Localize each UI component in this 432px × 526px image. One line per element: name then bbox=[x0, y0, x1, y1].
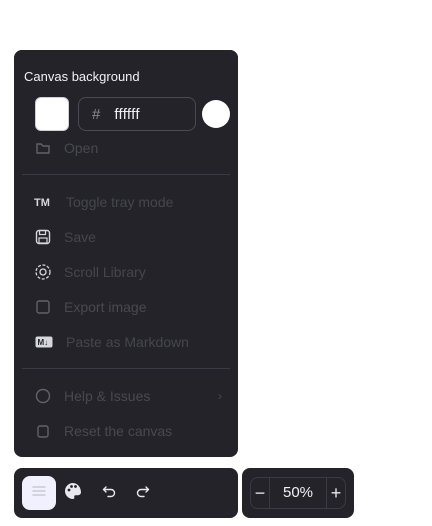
chevron-right-icon: › bbox=[218, 389, 222, 403]
export-icon bbox=[34, 298, 52, 316]
redo-button[interactable] bbox=[126, 476, 160, 510]
help-icon bbox=[34, 387, 52, 405]
markdown-icon: M↓ bbox=[34, 333, 54, 351]
zoom-out-button[interactable]: − bbox=[251, 478, 269, 508]
canvas-background-popover: Canvas background # ffffff bbox=[14, 50, 238, 142]
menu-item-paste-as-markdown[interactable]: M↓ Paste as Markdown bbox=[34, 330, 224, 354]
popover-title: Canvas background bbox=[24, 69, 140, 84]
hex-value: ffffff bbox=[114, 105, 140, 123]
svg-text:M↓: M↓ bbox=[38, 338, 49, 347]
menu-item-toggle-tray-mode[interactable]: TM Toggle tray mode bbox=[34, 190, 224, 214]
menu-item-scroll-library[interactable]: Scroll Library bbox=[34, 260, 224, 284]
hamburger-icon bbox=[32, 484, 46, 502]
current-color-swatch[interactable] bbox=[35, 97, 69, 131]
save-icon bbox=[34, 228, 52, 246]
menu-item-export-image[interactable]: Export image bbox=[34, 295, 224, 319]
menu-item-label: Open bbox=[64, 140, 99, 156]
svg-text:TM: TM bbox=[34, 197, 50, 208]
menu-item-label: Paste as Markdown bbox=[66, 334, 189, 350]
bottom-toolbar bbox=[14, 468, 238, 518]
menu-item-label: Toggle tray mode bbox=[66, 194, 174, 210]
hex-color-input[interactable]: # ffffff bbox=[78, 97, 196, 131]
menu-item-reset-canvas[interactable]: Reset the canvas bbox=[34, 419, 224, 443]
zoom-group: − 50% + bbox=[250, 477, 346, 509]
menu-item-label: Reset the canvas bbox=[64, 423, 173, 439]
menu-item-label: Export image bbox=[64, 299, 147, 315]
menu-item-label: Help & Issues bbox=[64, 388, 151, 404]
tm-icon: TM bbox=[34, 193, 54, 211]
eyedropper-swatch[interactable] bbox=[202, 100, 230, 128]
undo-button[interactable] bbox=[92, 476, 126, 510]
menu-item-label: Scroll Library bbox=[64, 264, 146, 280]
menu-button[interactable] bbox=[22, 476, 56, 510]
menu-item-save[interactable]: Save bbox=[34, 225, 224, 249]
menu-divider bbox=[22, 174, 230, 175]
library-icon bbox=[34, 263, 52, 281]
zoom-control: − 50% + bbox=[242, 468, 354, 518]
palette-icon bbox=[63, 481, 83, 506]
menu-divider bbox=[22, 368, 230, 369]
redo-icon bbox=[136, 484, 150, 503]
hash-prefix: # bbox=[92, 105, 101, 123]
zoom-in-button[interactable]: + bbox=[327, 478, 345, 508]
menu-item-label: Save bbox=[64, 229, 96, 245]
menu-item-help[interactable]: Help & Issues › bbox=[34, 384, 224, 408]
palette-button[interactable] bbox=[56, 476, 90, 510]
zoom-value[interactable]: 50% bbox=[269, 478, 327, 508]
undo-icon bbox=[102, 484, 116, 503]
trash-icon bbox=[34, 422, 52, 440]
